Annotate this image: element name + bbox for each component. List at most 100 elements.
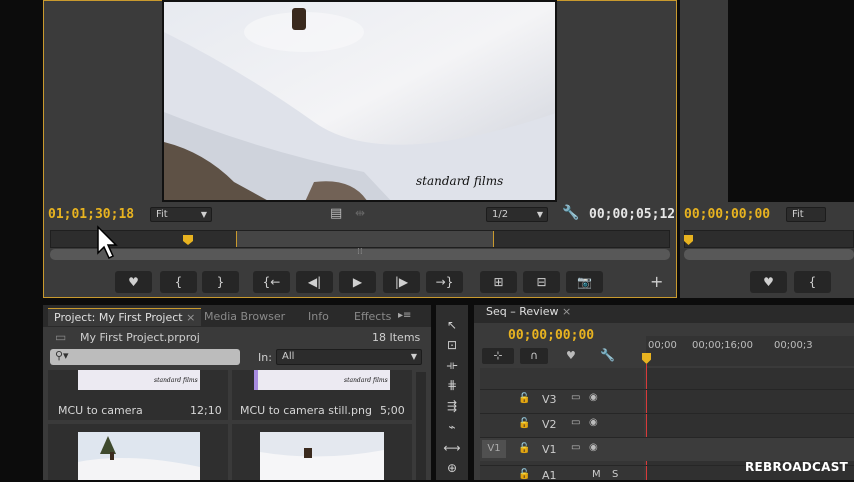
folder-icon: ▭	[55, 330, 67, 344]
snow-scene-image	[164, 2, 555, 200]
clip-tile-2[interactable]: standard films MCU to camera still.png 5…	[232, 370, 412, 420]
ruler-label-1: 00;00;16;00	[692, 340, 754, 351]
track-select-tool[interactable]: ⊡	[442, 336, 462, 354]
play-icon: ▶	[352, 275, 363, 289]
tab-sequence[interactable]: Seq – Review ×	[480, 303, 577, 321]
linked-selection-button[interactable]: ∩	[520, 348, 548, 364]
project-search-input[interactable]: ⚲▾	[50, 349, 240, 365]
resolution-dropdown[interactable]: 1/2 ▼	[486, 207, 548, 222]
tab-media-browser[interactable]: Media Browser	[198, 308, 291, 326]
search-icon: ⚲▾	[55, 349, 69, 362]
tab-project[interactable]: Project: My First Project ×	[48, 308, 202, 326]
project-items-count: 18 Items	[372, 331, 421, 344]
program-mark-in-button[interactable]: {	[794, 271, 831, 293]
track-lock-icon-v1[interactable]: 🔓	[518, 443, 530, 454]
ripple-edit-tool[interactable]: ⟛	[442, 356, 462, 374]
clip-thumbnail-3	[78, 432, 200, 480]
source-duration: 00;00;05;12	[589, 207, 676, 222]
thumb-watermark-2: standard films	[344, 377, 388, 384]
rebroadcast-watermark: REBROADCAST	[745, 460, 849, 474]
mute-button-a1[interactable]: M	[592, 469, 601, 480]
overwrite-button[interactable]: ⊟	[523, 271, 560, 293]
track-label-v2[interactable]: V2	[542, 418, 557, 431]
wrench-icon[interactable]: 🔧	[562, 205, 579, 221]
mark-out-button[interactable]: }	[202, 271, 239, 293]
razor-tool[interactable]: ⌁	[442, 418, 462, 436]
solo-button-a1[interactable]: S	[612, 469, 618, 480]
track-v1-row	[480, 437, 854, 461]
clip-name-2: MCU to camera still.png	[240, 404, 372, 417]
panel-menu-icon[interactable]: ▸≡	[398, 310, 411, 321]
in-dropdown[interactable]: All ▼	[276, 349, 422, 365]
track-toggle-icon-v3[interactable]: ▭	[571, 392, 580, 403]
step-forward-icon: |▶	[394, 275, 409, 289]
program-mark-in-icon: {	[808, 275, 817, 289]
program-marker-icon: ♥	[763, 275, 774, 289]
tab-info[interactable]: Info	[302, 308, 335, 326]
button-editor-icon[interactable]: +	[650, 272, 663, 291]
mark-in-icon: {	[174, 275, 183, 289]
track-eye-icon-v3[interactable]: ◉	[589, 392, 598, 403]
project-file-name: My First Project.prproj	[80, 331, 200, 344]
in-label: In:	[258, 351, 272, 364]
program-fit-dropdown[interactable]: Fit	[786, 207, 826, 222]
program-timecode[interactable]: 00;00;00;00	[684, 207, 770, 222]
film-strip-icon[interactable]: ▤	[330, 206, 342, 221]
go-to-in-button[interactable]: {←	[253, 271, 290, 293]
source-video-frame: standard films	[162, 0, 557, 202]
clip-tile-1[interactable]: standard films MCU to camera 12;10	[48, 370, 228, 420]
rate-stretch-tool[interactable]: ⇶	[442, 397, 462, 415]
snap-button[interactable]: ⊹	[482, 348, 514, 364]
sequence-timecode[interactable]: 00;00;00;00	[508, 328, 594, 343]
track-eye-icon-v2[interactable]: ◉	[589, 417, 598, 428]
track-toggle-icon-v1[interactable]: ▭	[571, 442, 580, 453]
program-time-ruler[interactable]	[684, 230, 854, 248]
program-zoom-bar[interactable]	[684, 249, 854, 260]
overwrite-icon: ⊟	[536, 275, 547, 289]
slip-tool[interactable]: ⟷	[442, 439, 462, 457]
track-v3-row	[480, 389, 854, 410]
insert-button[interactable]: ⊞	[480, 271, 517, 293]
in-out-range[interactable]	[236, 231, 494, 247]
track-eye-icon-v1[interactable]: ◉	[589, 442, 598, 453]
zoom-grip-icon: ⁞⁞	[357, 247, 363, 257]
source-patch-v1[interactable]: V1	[482, 440, 506, 458]
clip-tile-3[interactable]	[48, 424, 228, 480]
track-label-v3[interactable]: V3	[542, 393, 557, 406]
track-lock-icon-v3[interactable]: 🔓	[518, 393, 530, 404]
clip-tile-4[interactable]	[232, 424, 412, 480]
track-lock-icon-v2[interactable]: 🔓	[518, 418, 530, 429]
track-v2-row	[480, 413, 854, 434]
video-watermark: standard films	[416, 174, 504, 188]
add-marker-icon[interactable]: ♥	[566, 349, 576, 362]
track-label-v1[interactable]: V1	[542, 443, 557, 456]
clip-duration-2: 5;00	[380, 404, 405, 417]
export-frame-button[interactable]: 📷	[566, 271, 603, 293]
clip-thumbnail-1: standard films	[78, 370, 200, 390]
tab-effects[interactable]: Effects	[348, 308, 397, 326]
step-back-button[interactable]: ◀|	[296, 271, 333, 293]
track-label-a1[interactable]: A1	[542, 469, 557, 482]
add-marker-button[interactable]: ♥	[115, 271, 152, 293]
go-to-out-button[interactable]: →}	[426, 271, 463, 293]
drag-video-icon[interactable]: ⇹	[355, 206, 365, 220]
rolling-edit-tool[interactable]: ⋕	[442, 376, 462, 394]
mouse-cursor-icon	[97, 225, 118, 260]
project-scrollbar[interactable]	[416, 372, 426, 480]
program-marker-button[interactable]: ♥	[750, 271, 787, 293]
marker-icon: ♥	[128, 275, 139, 289]
slide-tool[interactable]: ⊕	[442, 459, 462, 477]
clip-thumbnail-2: standard films	[254, 370, 390, 390]
track-lock-icon-a1[interactable]: 🔓	[518, 469, 530, 480]
source-timecode[interactable]: 01;01;30;18	[48, 207, 134, 222]
play-button[interactable]: ▶	[339, 271, 376, 293]
timeline-wrench-icon[interactable]: 🔧	[600, 348, 615, 362]
source-fit-dropdown[interactable]: Fit ▼	[150, 207, 212, 222]
mark-out-icon: }	[216, 275, 225, 289]
step-back-icon: ◀|	[307, 275, 322, 289]
step-forward-button[interactable]: |▶	[383, 271, 420, 293]
camera-icon: 📷	[577, 275, 592, 289]
selection-tool[interactable]: ↖	[442, 316, 462, 334]
mark-in-button[interactable]: {	[160, 271, 197, 293]
track-toggle-icon-v2[interactable]: ▭	[571, 417, 580, 428]
